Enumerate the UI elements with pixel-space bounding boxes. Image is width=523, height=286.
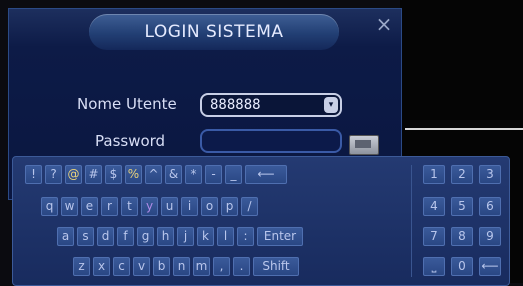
key[interactable]: m: [193, 257, 210, 276]
key[interactable]: ⟵: [245, 165, 287, 184]
key[interactable]: d: [97, 227, 114, 246]
key[interactable]: %: [125, 165, 142, 184]
key[interactable]: Shift: [253, 257, 299, 276]
dialog-title: LOGIN SISTEMA: [144, 22, 284, 42]
numpad-key[interactable]: 0: [451, 257, 473, 276]
username-value: 888888: [210, 97, 261, 113]
numpad-key[interactable]: 4: [423, 197, 445, 216]
title-bar: LOGIN SISTEMA: [89, 14, 339, 50]
key[interactable]: ,: [213, 257, 230, 276]
numpad-key[interactable]: 6: [479, 197, 501, 216]
numpad-key[interactable]: 5: [451, 197, 473, 216]
key[interactable]: *: [185, 165, 202, 184]
key[interactable]: g: [137, 227, 154, 246]
key[interactable]: .: [233, 257, 250, 276]
key[interactable]: i: [181, 197, 198, 216]
key[interactable]: :: [237, 227, 254, 246]
key[interactable]: k: [197, 227, 214, 246]
numpad-key[interactable]: 7: [423, 227, 445, 246]
key[interactable]: !: [25, 165, 42, 184]
key[interactable]: v: [133, 257, 150, 276]
numpad-key[interactable]: 3: [479, 165, 501, 184]
key[interactable]: r: [101, 197, 118, 216]
chevron-down-icon[interactable]: ▾: [324, 97, 338, 113]
key[interactable]: c: [113, 257, 130, 276]
key[interactable]: j: [177, 227, 194, 246]
numpad-key[interactable]: 9: [479, 227, 501, 246]
virtual-keyboard: !? @ # $% ^ & * - _ ⟵ q w e r t y u i o p / a s d f g h j k l: Enter z x…: [12, 156, 510, 286]
key[interactable]: f: [117, 227, 134, 246]
key[interactable]: ^: [145, 165, 162, 184]
password-input[interactable]: [200, 129, 342, 153]
keyboard-icon[interactable]: [349, 135, 379, 155]
key[interactable]: w: [61, 197, 78, 216]
numpad-key[interactable]: ⟵: [479, 257, 501, 276]
numpad-key[interactable]: ⎵: [423, 257, 445, 276]
username-label: Nome Utente: [77, 95, 177, 113]
key[interactable]: t: [121, 197, 138, 216]
key[interactable]: y: [141, 197, 158, 216]
key[interactable]: a: [57, 227, 74, 246]
key[interactable]: n: [173, 257, 190, 276]
key[interactable]: -: [205, 165, 222, 184]
key[interactable]: _: [225, 165, 242, 184]
key[interactable]: #: [85, 165, 102, 184]
close-icon[interactable]: ×: [373, 13, 395, 35]
key[interactable]: z: [73, 257, 90, 276]
key[interactable]: h: [157, 227, 174, 246]
key[interactable]: o: [201, 197, 218, 216]
key[interactable]: x: [93, 257, 110, 276]
screen: LOGIN SISTEMA × Nome Utente 888888 ▾ Pas…: [0, 0, 523, 286]
key[interactable]: ?: [45, 165, 62, 184]
numpad-key[interactable]: 8: [451, 227, 473, 246]
key[interactable]: Enter: [257, 227, 303, 246]
username-select[interactable]: 888888 ▾: [200, 93, 342, 117]
key[interactable]: q: [41, 197, 58, 216]
keyboard-icon-inner: [355, 140, 371, 148]
key[interactable]: e: [81, 197, 98, 216]
key[interactable]: u: [161, 197, 178, 216]
video-divider-line: [405, 128, 523, 130]
numpad-key[interactable]: 2: [451, 165, 473, 184]
key[interactable]: $: [105, 165, 122, 184]
key[interactable]: &: [165, 165, 182, 184]
numpad-key[interactable]: 1: [423, 165, 445, 184]
key[interactable]: @: [65, 165, 82, 184]
password-label: Password: [95, 132, 166, 150]
keyboard-separator: [411, 165, 412, 277]
key[interactable]: /: [241, 197, 258, 216]
key[interactable]: p: [221, 197, 238, 216]
key[interactable]: b: [153, 257, 170, 276]
key[interactable]: l: [217, 227, 234, 246]
key[interactable]: s: [77, 227, 94, 246]
